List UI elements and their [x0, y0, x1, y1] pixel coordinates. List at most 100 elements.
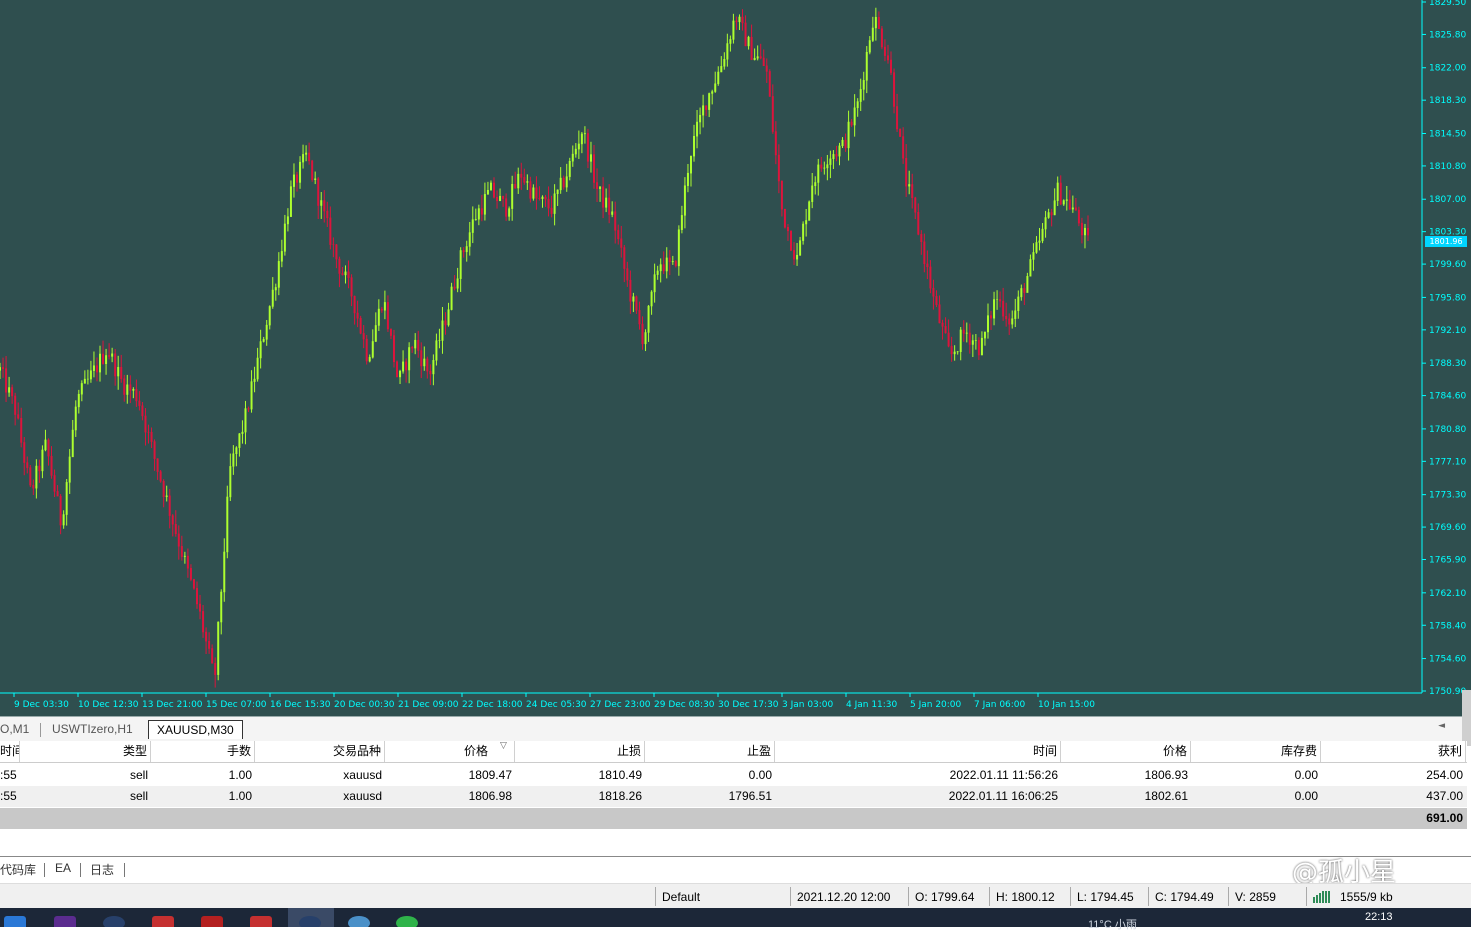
- x-tick-label: 5 Jan 20:00: [910, 700, 962, 710]
- grid-header-row: 时间 类型 手数 交易品种 价格 止损 止盈 时间 价格 库存费 获利 ▽: [0, 741, 1467, 763]
- app-icon-7[interactable]: [299, 916, 321, 927]
- cell-close-time: 2022.01.11 16:06:25: [948, 789, 1058, 803]
- y-tick-label: 1769.60: [1429, 523, 1466, 533]
- col-header-symbol[interactable]: 交易品种: [255, 741, 385, 762]
- y-tick-label: 1814.50: [1429, 129, 1466, 139]
- cell-type: sell: [129, 768, 148, 782]
- app-icon-3[interactable]: [103, 916, 125, 927]
- cell-take-profit: 1796.51: [728, 789, 772, 803]
- candles-group: [0, 7, 1089, 688]
- tab-separator: [124, 863, 125, 877]
- y-tick-label: 1810.80: [1429, 162, 1466, 172]
- price-chart[interactable]: 1829.50 1825.80 1822.00 1818.30 1814.50 1810.…: [0, 0, 1471, 716]
- app-icon-5[interactable]: [201, 916, 223, 927]
- col-header-close-price[interactable]: 价格: [1061, 741, 1191, 762]
- y-tick-label: 1762.10: [1429, 589, 1466, 599]
- tab-chart-3-active[interactable]: XAUUSD,M30: [148, 720, 243, 739]
- col-header-swap[interactable]: 库存费: [1191, 741, 1321, 762]
- tab-code-base[interactable]: 代码库: [0, 861, 36, 878]
- x-tick-label: 3 Jan 03:00: [782, 700, 834, 710]
- x-tick-label: 24 Dec 05:30: [526, 700, 587, 710]
- tab-chart-2[interactable]: USWTIzero,H1: [52, 720, 133, 739]
- col-header-time[interactable]: 时间: [0, 741, 20, 762]
- col-header-price[interactable]: 价格: [385, 741, 515, 762]
- chart-canvas[interactable]: 1829.50 1825.80 1822.00 1818.30 1814.50 1810.…: [0, 0, 1471, 716]
- col-header-lots[interactable]: 手数: [151, 741, 255, 762]
- y-tick-label: 1795.80: [1429, 293, 1466, 303]
- app-icon-9[interactable]: [396, 916, 418, 927]
- right-scrollbar[interactable]: [1462, 690, 1471, 746]
- y-tick-label: 1777.10: [1429, 457, 1466, 467]
- table-row[interactable]: :55 sell 1.00 xauusd 1809.47 1810.49 0.0…: [0, 765, 1467, 786]
- x-axis-ticks: 9 Dec 03:30 10 Dec 12:30 13 Dec 21:00 15 De…: [13, 693, 1095, 710]
- col-header-take-profit[interactable]: 止盈: [645, 741, 775, 762]
- y-tick-label: 1788.30: [1429, 359, 1466, 369]
- tab-experts[interactable]: EA: [55, 861, 71, 875]
- sort-descending-icon: ▽: [500, 741, 507, 751]
- x-tick-label: 16 Dec 15:30: [270, 700, 331, 710]
- cell-profit: 437.00: [1426, 789, 1463, 803]
- tab-journal[interactable]: 日志: [90, 861, 114, 878]
- status-volume: V: 2859: [1235, 890, 1276, 904]
- app-icon-2[interactable]: [54, 916, 76, 927]
- y-tick-label: 1750.90: [1429, 687, 1466, 697]
- x-tick-label: 9 Dec 03:30: [14, 700, 69, 710]
- app-icon-6[interactable]: [250, 916, 272, 927]
- x-tick-label: 29 Dec 08:30: [654, 700, 715, 710]
- cell-close-time: 2022.01.11 11:56:26: [949, 768, 1058, 782]
- x-tick-label: 7 Jan 06:00: [974, 700, 1026, 710]
- y-tick-label: 1780.80: [1429, 425, 1466, 435]
- cell-profit: 254.00: [1426, 768, 1463, 782]
- terminal-tabs-bar: 代码库 EA 日志: [0, 856, 1471, 884]
- y-tick-label: 1829.50: [1429, 0, 1466, 8]
- status-separator: [908, 887, 909, 906]
- status-separator: [989, 887, 990, 906]
- tab-separator: [80, 863, 81, 877]
- current-price-tag: 1801.96: [1425, 236, 1467, 247]
- status-separator: [1228, 887, 1229, 906]
- app-icon-8[interactable]: [348, 916, 370, 927]
- app-icon-4[interactable]: [152, 916, 174, 927]
- y-tick-label: 1818.30: [1429, 96, 1466, 106]
- x-tick-label: 20 Dec 00:30: [334, 700, 395, 710]
- status-separator: [655, 887, 656, 906]
- cell-symbol: xauusd: [343, 789, 382, 803]
- x-tick-label: 22 Dec 18:00: [462, 700, 523, 710]
- tab-chart-1[interactable]: O,M1: [0, 720, 29, 739]
- total-row: 691.00: [0, 808, 1467, 829]
- total-profit: 691.00: [1426, 811, 1463, 825]
- status-close: C: 1794.49: [1155, 890, 1214, 904]
- col-header-stop-loss[interactable]: 止损: [515, 741, 645, 762]
- col-header-close-time[interactable]: 时间: [775, 741, 1061, 762]
- cell-type: sell: [129, 789, 148, 803]
- cell-lots: 1.00: [228, 789, 252, 803]
- y-tick-label: 1784.60: [1429, 392, 1466, 402]
- table-row[interactable]: :55 sell 1.00 xauusd 1806.98 1818.26 179…: [0, 786, 1467, 807]
- y-tick-label: 1765.90: [1429, 556, 1466, 566]
- y-tick-label: 1825.80: [1429, 30, 1466, 40]
- cell-stop-loss: 1810.49: [598, 768, 642, 782]
- y-tick-label: 1754.60: [1429, 655, 1466, 665]
- status-profile[interactable]: Default: [662, 890, 700, 904]
- cell-open-price: 1806.98: [468, 789, 512, 803]
- cell-swap: 0.00: [1294, 768, 1318, 782]
- tab-separator: [44, 863, 45, 877]
- status-low: L: 1794.45: [1077, 890, 1134, 904]
- app-icon-1[interactable]: [4, 916, 26, 927]
- x-tick-label: 27 Dec 23:00: [590, 700, 651, 710]
- cell-close-price: 1806.93: [1144, 768, 1188, 782]
- col-header-type[interactable]: 类型: [20, 741, 151, 762]
- status-separator: [790, 887, 791, 906]
- col-header-profit[interactable]: 获利: [1321, 741, 1466, 762]
- x-tick-label: 15 Dec 07:00: [206, 700, 267, 710]
- status-bar: Default 2021.12.20 12:00 O: 1799.64 H: 1…: [0, 883, 1471, 909]
- status-open: O: 1799.64: [915, 890, 975, 904]
- cell-open-time: :55: [0, 768, 17, 782]
- status-separator: [1306, 887, 1307, 906]
- y-axis-ticks: 1829.50 1825.80 1822.00 1818.30 1814.50 1810.…: [1422, 0, 1466, 697]
- y-tick-label: 1799.60: [1429, 260, 1466, 270]
- taskbar-clock[interactable]: 22:13: [1365, 911, 1393, 923]
- weather-widget[interactable]: 11°C 小雨: [1088, 916, 1137, 932]
- tab-scroll-left-icon[interactable]: ◄: [1438, 721, 1445, 731]
- cell-symbol: xauusd: [343, 768, 382, 782]
